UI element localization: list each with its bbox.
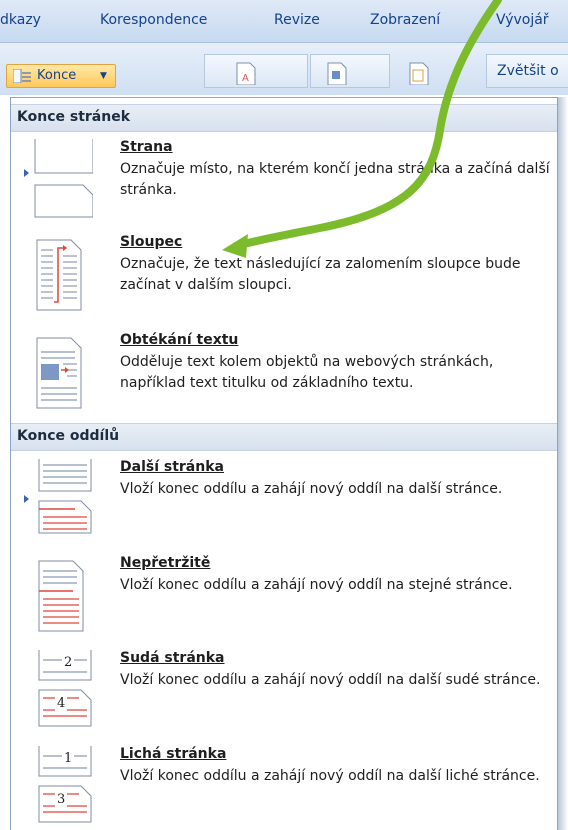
item-title: Nepřetržitě (120, 555, 211, 571)
item-description: Vloží konec oddílu a zahájí nový oddíl n… (120, 481, 503, 497)
section-header: Konce stránek (11, 104, 557, 132)
menu-item-strana[interactable]: Strana Označuje místo, na kterém končí j… (11, 139, 557, 219)
item-description: Označuje, že text následující za zalomen… (120, 256, 521, 293)
page-number-label: 3 (55, 792, 68, 807)
fill-icon (327, 62, 347, 85)
item-title: Lichá stránka (120, 746, 227, 762)
page-color-icon: A (236, 62, 256, 85)
svg-text:A: A (242, 73, 249, 84)
item-description: Vloží konec oddílu a zahájí nový oddíl n… (120, 672, 541, 688)
menu-item-nepretrzite[interactable]: Nepřetržitě Vloží konec oddílu a zahájí … (11, 555, 557, 635)
text-wrapping-icon (36, 337, 82, 409)
column-break-icon (36, 239, 82, 311)
konce-label: Konce (37, 68, 77, 83)
breaks-icon (13, 69, 31, 83)
tab-zobrazeni[interactable]: Zobrazení (370, 12, 440, 28)
konce-dropdown-button[interactable]: Konce ▼ (6, 64, 116, 88)
continuous-icon (38, 560, 84, 632)
item-description: Odděluje text kolem objektů na webových … (120, 354, 494, 391)
item-description: Vloží konec oddílu a zahájí nový oddíl n… (120, 577, 513, 593)
even-page-icon (38, 650, 92, 727)
item-description: Označuje místo, na kterém končí jedna st… (120, 161, 550, 198)
item-title: Strana (120, 139, 173, 155)
selection-marker-icon (24, 495, 29, 503)
page-number-label: 1 (62, 751, 75, 766)
menu-shadow (558, 97, 568, 830)
zoom-label: Zvětšit o (497, 63, 559, 79)
item-title: Další stránka (120, 459, 224, 475)
next-page-icon (38, 459, 92, 534)
menu-item-dalsi-stranka[interactable]: Další stránka Vloží konec oddílu a zaháj… (11, 459, 557, 535)
tab-vyvojar[interactable]: Vývojář (496, 12, 549, 28)
odd-page-icon (38, 746, 92, 823)
zoom-button[interactable]: Zvětšit o (486, 54, 568, 88)
selection-marker-icon (24, 169, 29, 177)
item-title: Sudá stránka (120, 650, 225, 666)
section-title: Konce oddílů (17, 428, 120, 444)
page-number-label: 2 (62, 655, 75, 670)
menu-item-suda-stranka[interactable]: 2 4 Sudá stránka Vloží konec oddílu a za… (11, 650, 557, 730)
page-borders-icon (409, 62, 429, 85)
section-title: Konce stránek (17, 109, 131, 125)
breaks-menu: Konce stránek Strana Označuje místo, na … (10, 97, 558, 830)
ribbon-button[interactable] (310, 54, 390, 88)
menu-item-sloupec[interactable]: Sloupec Označuje, že text následující za… (11, 234, 557, 314)
menu-item-licha-stranka[interactable]: 1 3 Lichá stránka Vloží konec oddílu a z… (11, 746, 557, 826)
section-header: Konce oddílů (11, 423, 557, 451)
item-title: Obtékání textu (120, 332, 239, 348)
ribbon-group: Konce ▼ A Zvětšit o (0, 43, 568, 95)
ribbon-tabs: dkazy Korespondence Revize Zobrazení Výv… (0, 0, 568, 43)
tab-korespondence[interactable]: Korespondence (100, 12, 207, 28)
item-title: Sloupec (120, 234, 183, 250)
item-description: Vloží konec oddílu a zahájí nový oddíl n… (120, 768, 540, 784)
page-number-label: 4 (55, 696, 68, 711)
tab-odkazy[interactable]: dkazy (0, 12, 41, 28)
tab-revize[interactable]: Revize (274, 12, 320, 28)
menu-item-obtekani-textu[interactable]: Obtékání textu Odděluje text kolem objek… (11, 332, 557, 412)
chevron-down-icon: ▼ (100, 71, 107, 81)
page-break-icon (34, 139, 93, 218)
